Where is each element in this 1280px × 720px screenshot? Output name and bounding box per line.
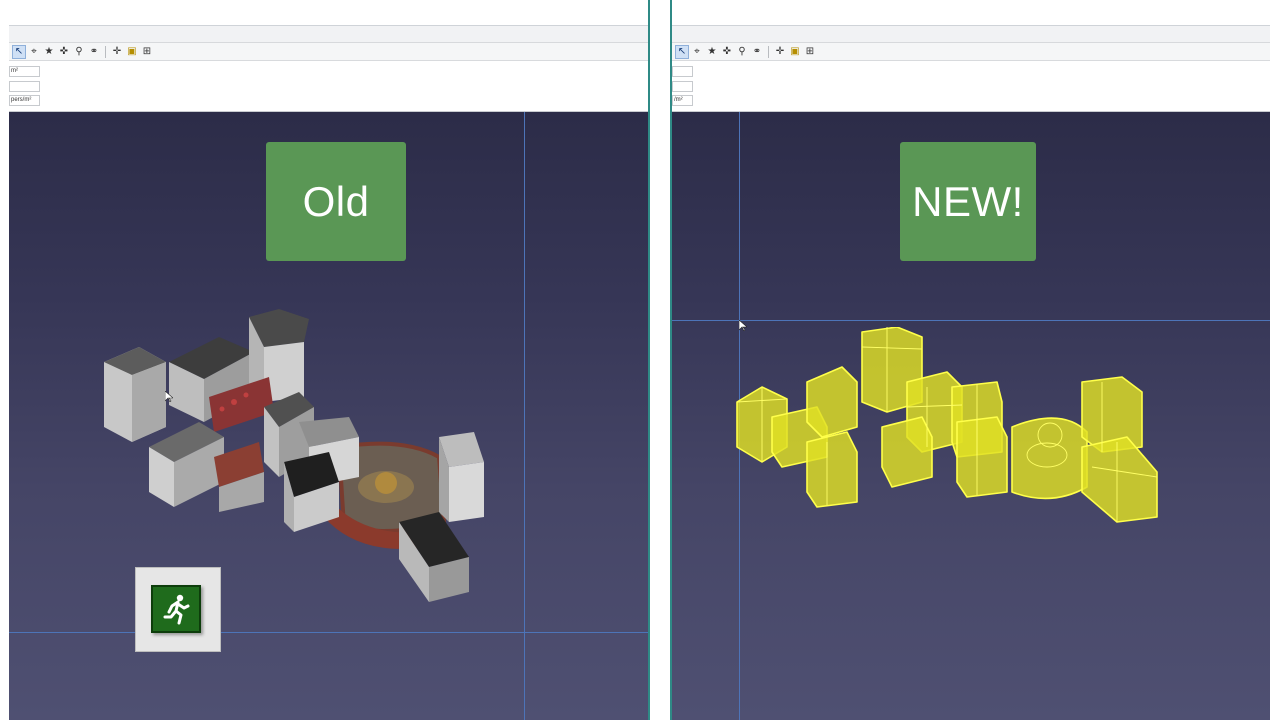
density-field[interactable]: /m² <box>672 95 693 106</box>
area-field[interactable] <box>672 66 693 77</box>
grid-line-horizontal <box>9 632 648 633</box>
zoom-icon[interactable]: ⚲ <box>73 46 85 58</box>
3d-viewport[interactable]: Old <box>9 112 648 720</box>
menu-bar <box>9 0 648 26</box>
building-model-highlighted[interactable] <box>732 327 1172 537</box>
new-application-window: ↖ ⌖ ★ ✜ ⚲ ⚭ ✛ ▣ ⊞ /m² NEW! <box>672 0 1270 720</box>
highlight-icon[interactable]: ▣ <box>126 46 138 58</box>
split-divider-left <box>648 0 650 720</box>
zoom-icon[interactable]: ⚲ <box>736 46 748 58</box>
highlight-icon[interactable]: ▣ <box>789 46 801 58</box>
old-label: Old <box>266 142 406 261</box>
menu-strip <box>9 26 648 43</box>
select-arrow-icon[interactable]: ↖ <box>675 44 689 59</box>
exit-tile[interactable] <box>135 567 221 652</box>
select-arrow-icon[interactable]: ↖ <box>12 44 26 59</box>
old-application-window: ↖ ⌖ ★ ✜ ⚲ ⚭ ✛ ▣ ⊞ m² pers/m² Old <box>9 0 648 720</box>
grid-line-vertical <box>524 112 525 720</box>
emergency-exit-icon <box>151 585 201 633</box>
value-field[interactable] <box>9 81 40 92</box>
zoom-region-icon[interactable]: ⚭ <box>88 46 100 58</box>
value-field[interactable] <box>672 81 693 92</box>
3d-viewport[interactable]: NEW! <box>672 112 1270 720</box>
menu-bar <box>672 0 1270 26</box>
toolbar-separator <box>768 45 769 58</box>
grid-icon[interactable]: ⊞ <box>804 46 816 58</box>
target-icon[interactable]: ⌖ <box>691 46 703 58</box>
view-toolbar: ↖ ⌖ ★ ✜ ⚲ ⚭ ✛ ▣ ⊞ <box>672 43 1270 61</box>
toolbar-separator <box>105 45 106 58</box>
zoom-region-icon[interactable]: ⚭ <box>751 46 763 58</box>
grid-line-horizontal <box>672 320 1270 321</box>
comparison-screen: ↖ ⌖ ★ ✜ ⚲ ⚭ ✛ ▣ ⊞ m² pers/m² Old ↖ ⌖ ★ ✜… <box>0 0 1280 720</box>
grid-icon[interactable]: ⊞ <box>141 46 153 58</box>
mouse-cursor-icon <box>739 320 747 331</box>
density-field[interactable]: pers/m² <box>9 95 40 106</box>
pan-icon[interactable]: ✛ <box>774 46 786 58</box>
move-icon[interactable]: ✜ <box>58 46 70 58</box>
area-field[interactable]: m² <box>9 66 40 77</box>
walker-icon[interactable]: ★ <box>706 46 718 58</box>
walker-icon[interactable]: ★ <box>43 46 55 58</box>
pan-icon[interactable]: ✛ <box>111 46 123 58</box>
building-model-textured[interactable] <box>94 297 489 602</box>
target-icon[interactable]: ⌖ <box>28 46 40 58</box>
move-icon[interactable]: ✜ <box>721 46 733 58</box>
menu-strip <box>672 26 1270 43</box>
new-label: NEW! <box>900 142 1036 261</box>
view-toolbar: ↖ ⌖ ★ ✜ ⚲ ⚭ ✛ ▣ ⊞ <box>9 43 648 61</box>
properties-panel: m² pers/m² <box>9 61 648 112</box>
properties-panel: /m² <box>672 61 1270 112</box>
mouse-cursor-icon <box>165 391 173 402</box>
